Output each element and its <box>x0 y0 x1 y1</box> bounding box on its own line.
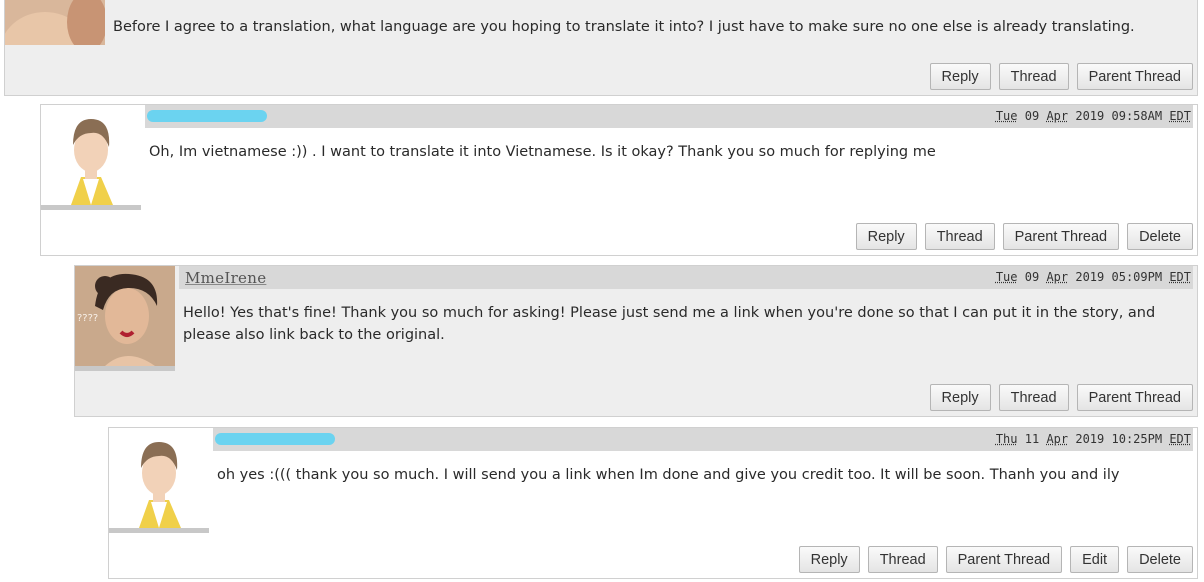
comment-actions: Reply Thread Parent Thread Delete <box>855 223 1193 250</box>
avatar-divider <box>75 366 175 371</box>
comment: Tue 09 Apr 2019 09:58AM EDT Oh, Im vietn… <box>40 104 1198 256</box>
comment-body: oh yes :((( thank you so much. I will se… <box>217 467 1120 483</box>
comment-body: Before I agree to a translation, what la… <box>113 19 1135 35</box>
avatar-image <box>41 105 141 205</box>
avatar[interactable] <box>5 0 105 45</box>
thread-button[interactable]: Thread <box>867 546 938 573</box>
comment: ???? MmeIrene Tue 09 Apr 2019 05:09PM ED… <box>74 265 1198 417</box>
reply-button[interactable]: Reply <box>929 63 991 90</box>
comment-header: Tue 09 Apr 2019 09:58AM EDT <box>145 105 1193 128</box>
avatar[interactable]: ???? <box>75 266 175 366</box>
avatar-image <box>5 0 105 45</box>
avatar[interactable] <box>41 105 141 205</box>
avatar-caption: ???? <box>77 313 98 324</box>
thread-button[interactable]: Thread <box>998 384 1069 411</box>
avatar-divider <box>109 528 209 533</box>
comment-header: MmeIrene Tue 09 Apr 2019 05:09PM EDT <box>179 266 1193 289</box>
thread-button[interactable]: Thread <box>998 63 1069 90</box>
comment-actions: Reply Thread Parent Thread Edit Delete <box>798 546 1193 573</box>
redacted-username <box>215 433 335 445</box>
parent-thread-button[interactable]: Parent Thread <box>1076 63 1193 90</box>
parent-thread-button[interactable]: Parent Thread <box>945 546 1063 573</box>
timestamp: Thu 11 Apr 2019 10:25PM EDT <box>995 432 1191 446</box>
redacted-username <box>147 110 267 122</box>
edit-button[interactable]: Edit <box>1070 546 1120 573</box>
comment-header: Thu 11 Apr 2019 10:25PM EDT <box>213 428 1193 451</box>
comment-actions: Reply Thread Parent Thread <box>929 63 1193 90</box>
reply-button[interactable]: Reply <box>855 223 917 250</box>
avatar-image <box>109 428 209 528</box>
avatar[interactable] <box>109 428 209 528</box>
delete-button[interactable]: Delete <box>1127 223 1193 250</box>
timestamp: Tue 09 Apr 2019 05:09PM EDT <box>995 270 1191 284</box>
reply-button[interactable]: Reply <box>929 384 991 411</box>
comment-actions: Reply Thread Parent Thread <box>929 384 1193 411</box>
timestamp: Tue 09 Apr 2019 09:58AM EDT <box>995 109 1191 123</box>
delete-button[interactable]: Delete <box>1127 546 1193 573</box>
parent-thread-button[interactable]: Parent Thread <box>1002 223 1120 250</box>
avatar-image: ???? <box>75 266 175 366</box>
avatar-divider <box>41 205 141 210</box>
parent-thread-button[interactable]: Parent Thread <box>1076 384 1193 411</box>
username-link[interactable]: MmeIrene <box>185 269 266 287</box>
comment-body: Oh, Im vietnamese :)) . I want to transl… <box>149 144 936 160</box>
comment-body: Hello! Yes that's fine! Thank you so muc… <box>183 305 1156 343</box>
reply-button[interactable]: Reply <box>798 546 860 573</box>
thread-button[interactable]: Thread <box>924 223 995 250</box>
comment: Before I agree to a translation, what la… <box>4 0 1198 96</box>
comment: Thu 11 Apr 2019 10:25PM EDT oh yes :((( … <box>108 427 1198 579</box>
